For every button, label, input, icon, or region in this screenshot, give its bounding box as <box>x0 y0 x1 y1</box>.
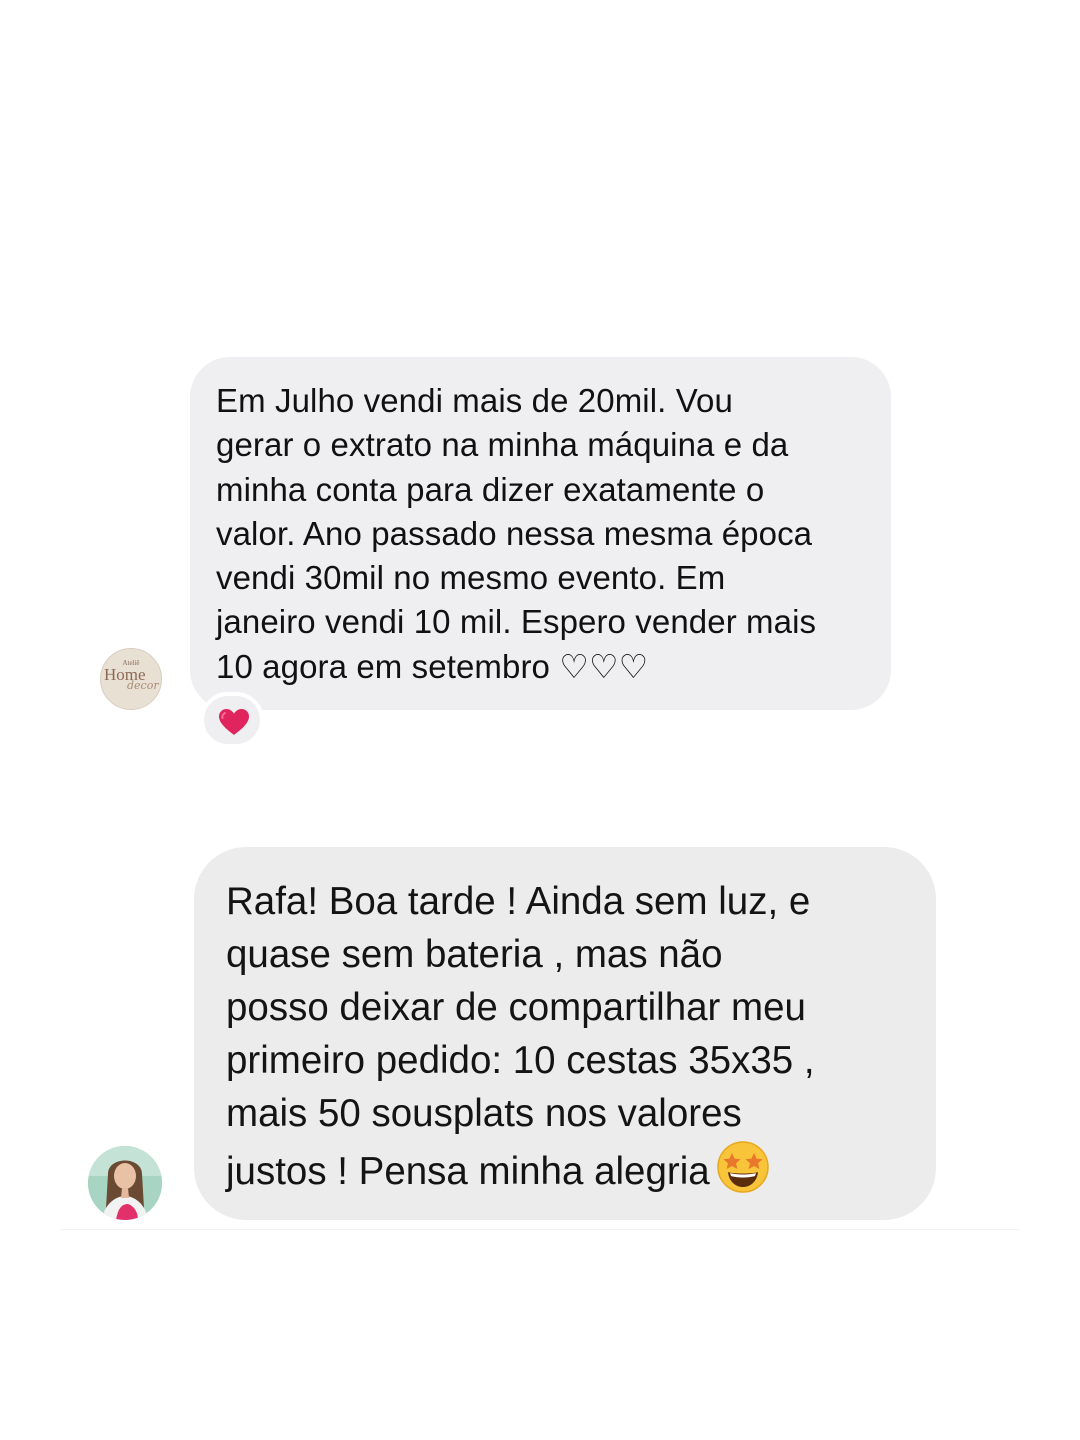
message-2-line: quase sem bateria , mas não <box>226 933 723 977</box>
message-1-line: janeiro vendi 10 mil. Espero vender mais <box>216 603 817 641</box>
chat-screenshot: Ateliê Home decor Em Julho vendi mais de… <box>0 0 1080 1440</box>
message-1-line: vendi 30mil no mesmo evento. Em <box>216 559 726 597</box>
star-struck-emoji-icon <box>716 1141 769 1194</box>
message-2-last-line: justos ! Pensa minha alegria <box>226 1140 916 1198</box>
message-1-line: minha conta para dizer exatamente o <box>216 470 765 508</box>
sender-avatar-photo[interactable] <box>88 1146 162 1220</box>
message-reaction[interactable] <box>200 692 264 748</box>
message-2-line: Rafa! Boa tarde ! Ainda sem luz, e <box>226 880 811 923</box>
message-2-line: posso deixar de compartilhar meu <box>226 986 806 1030</box>
message-1-line: gerar o extrato na minha máquina e da <box>216 426 789 464</box>
woman-photo-avatar-icon <box>88 1146 162 1220</box>
message-2-line-text: justos ! Pensa minha alegria <box>226 1150 710 1194</box>
message-bubble-1[interactable]: Em Julho vendi mais de 20mil. Vou gerar … <box>190 357 891 710</box>
message-bubble-2[interactable]: Rafa! Boa tarde ! Ainda sem luz, e quase… <box>194 847 936 1220</box>
message-2-line: primeiro pedido: 10 cestas 35x35 , <box>226 1039 815 1083</box>
avatar-logo-script-text: decor <box>127 679 159 692</box>
message-2-line: mais 50 sousplats nos valores <box>226 1092 742 1136</box>
message-1-line: valor. Ano passado nessa mesma época <box>216 514 813 552</box>
divider <box>60 1229 1020 1230</box>
message-1-line: 10 agora em setembro ♡♡♡ <box>216 647 649 685</box>
red-heart-icon <box>219 709 249 735</box>
sender-avatar-home-decor[interactable]: Ateliê Home decor <box>100 648 162 710</box>
message-1-line: Em Julho vendi mais de 20mil. Vou <box>216 382 733 419</box>
